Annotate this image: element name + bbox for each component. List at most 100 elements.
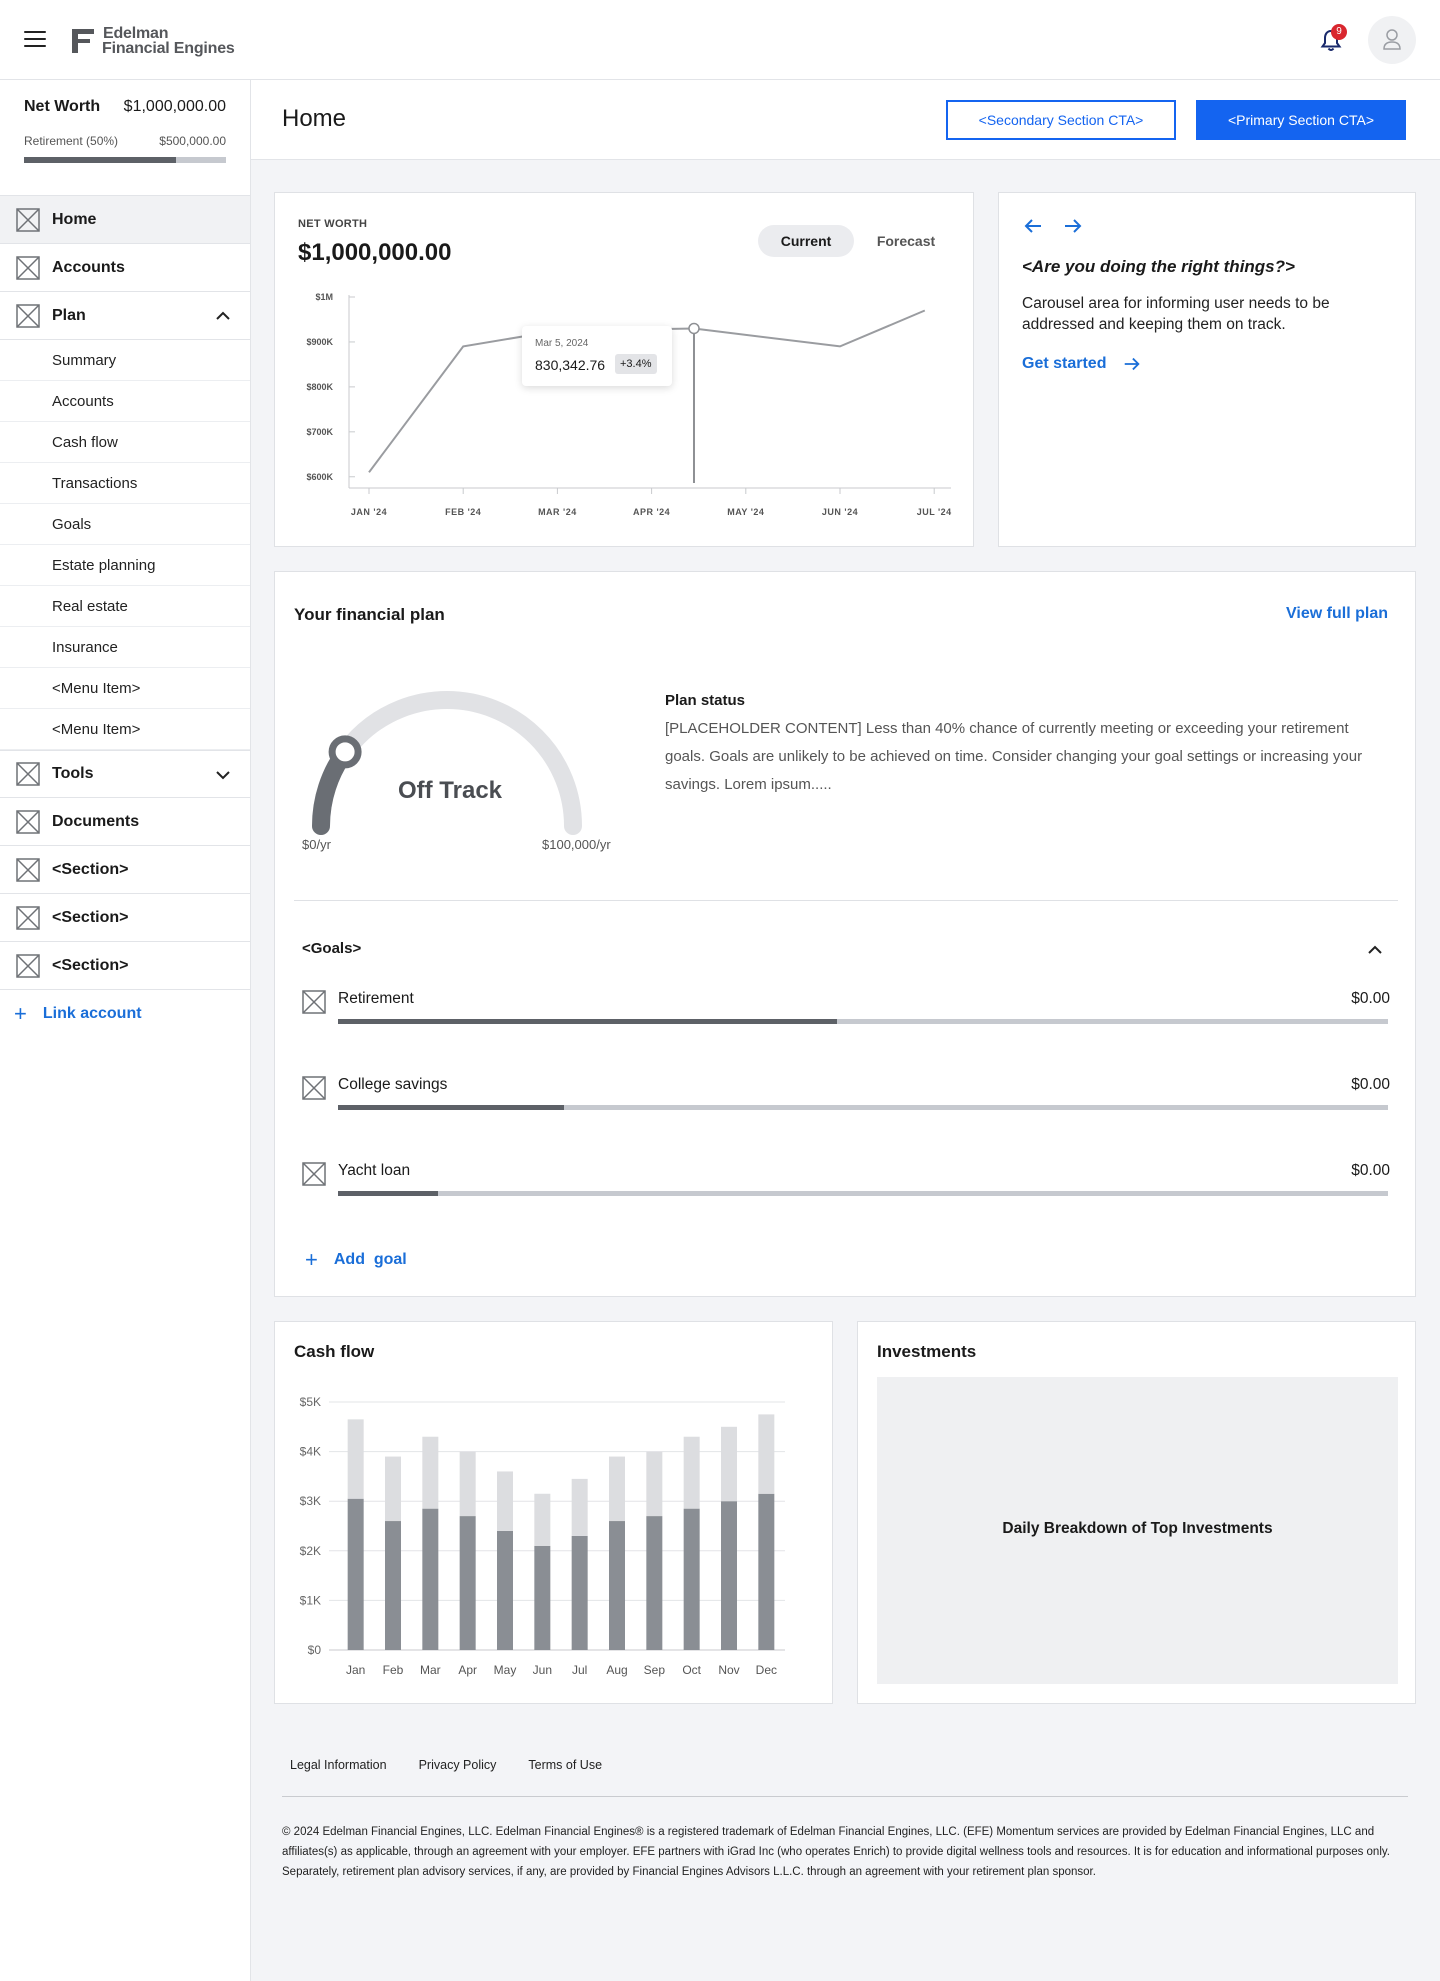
placeholder-icon (16, 762, 40, 786)
logo[interactable]: Edelman Financial Engines (70, 24, 235, 58)
plan-gauge: Off Track (312, 691, 582, 835)
bar-segment-upper[interactable] (422, 1436, 439, 1509)
get-started-label: Get started (1022, 355, 1107, 372)
arrow-right-icon[interactable] (1062, 215, 1084, 237)
bar-segment-lower[interactable] (534, 1545, 551, 1650)
sidebar-subitem[interactable]: <Menu Item> (0, 668, 250, 709)
placeholder-icon (16, 905, 40, 930)
chevron-down-icon[interactable] (216, 768, 230, 782)
net-worth-line-chart[interactable]: $600K $700K $800K $900K $1M JAN '24 FEB '24 MAR… (275, 283, 975, 533)
sidebar-item-label: <Section> (52, 908, 129, 926)
plus-icon: + (305, 1247, 318, 1272)
bar-segment-upper[interactable] (646, 1451, 663, 1517)
sidebar-item-accounts[interactable]: Accounts (0, 244, 250, 292)
link-account-label: Link account (42, 1005, 142, 1022)
bar-segment-lower[interactable] (459, 1516, 476, 1650)
chevron-up-icon[interactable] (216, 309, 230, 323)
footer-link-privacy[interactable]: Privacy Policy (419, 1758, 497, 1772)
get-started-link[interactable]: Get started (1022, 354, 1142, 374)
sidebar-item-section[interactable]: <Section> (0, 942, 250, 990)
bar-segment-upper[interactable] (683, 1436, 700, 1509)
sidebar-subitem[interactable]: Summary (0, 340, 250, 381)
bar-segment-lower[interactable] (683, 1508, 700, 1650)
add-goal-button[interactable]: + Add goal (305, 1247, 407, 1273)
placeholder-icon (302, 1162, 326, 1186)
x-tick-label: JUL '24 (917, 507, 952, 517)
chevron-up-icon[interactable] (1367, 942, 1383, 958)
sidebar-subitem[interactable]: Accounts (0, 381, 250, 422)
bar-segment-upper[interactable] (497, 1471, 513, 1531)
cash-flow-title: Cash flow (294, 1342, 375, 1361)
sidebar-subitem[interactable]: Real estate (0, 586, 250, 627)
bar-segment-lower[interactable] (646, 1516, 663, 1650)
x-tick-label: May (494, 1663, 517, 1677)
notification-badge: 9 (1331, 24, 1347, 40)
bar-segment-lower[interactable] (758, 1493, 775, 1650)
divider (294, 900, 1398, 901)
tooltip-value: 830,342.76 (535, 357, 606, 373)
tooltip-change-badge: +3.4% (615, 354, 657, 374)
bar-segment-upper[interactable] (385, 1456, 401, 1522)
top-bar: Edelman Financial Engines 9 (0, 0, 1440, 80)
bar-segment-lower[interactable] (721, 1501, 737, 1650)
bar-segment-lower[interactable] (497, 1530, 513, 1650)
hover-marker-point[interactable] (688, 322, 700, 335)
bar-segment-upper[interactable] (609, 1456, 625, 1522)
placeholder-icon (16, 857, 40, 882)
hamburger-menu-icon[interactable] (24, 31, 46, 49)
carousel-card: <Are you doing the right things?> Carous… (998, 192, 1416, 547)
y-tick-label: $600K (306, 472, 333, 482)
bar-segment-upper[interactable] (758, 1414, 775, 1494)
bar-segment-upper[interactable] (459, 1451, 476, 1517)
x-tick-label: JUN '24 (822, 507, 858, 517)
sidebar-item-plan[interactable]: Plan (0, 292, 250, 340)
secondary-cta-button[interactable]: <Secondary Section CTA> (946, 100, 1176, 140)
cash-flow-bar-chart[interactable]: $0 $1K $2K $3K $4K $5K Jan Feb Mar Apr May Jun Jul Au… (275, 1382, 834, 1692)
goal-row[interactable]: Retirement $0.00 (302, 990, 1392, 1050)
bar-segment-upper[interactable] (534, 1493, 551, 1546)
toggle-current[interactable]: Current (758, 225, 854, 257)
sidebar-item-tools[interactable]: Tools (0, 750, 250, 798)
sidebar-item-section[interactable]: <Section> (0, 894, 250, 942)
primary-cta-button[interactable]: <Primary Section CTA> (1196, 100, 1406, 140)
bar-segment-upper[interactable] (571, 1478, 588, 1536)
bar-segment-lower[interactable] (609, 1521, 625, 1650)
sidebar-subitem[interactable]: Cash flow (0, 422, 250, 463)
goal-progress-bar (338, 1105, 1388, 1110)
sidebar-subitem[interactable]: Insurance (0, 627, 250, 668)
toggle-forecast[interactable]: Forecast (858, 225, 954, 257)
bar-segment-lower[interactable] (385, 1521, 401, 1650)
view-full-plan-link[interactable]: View full plan (1286, 605, 1388, 623)
sidebar-item-documents[interactable]: Documents (0, 798, 250, 846)
x-tick-label: Oct (682, 1663, 701, 1677)
plan-status-body: [PLACEHOLDER CONTENT] Less than 40% chan… (665, 720, 1363, 793)
sidebar-item-section[interactable]: <Section> (0, 846, 250, 894)
link-account-button[interactable]: + Link account (0, 990, 250, 1038)
footer-link-terms[interactable]: Terms of Use (528, 1758, 602, 1772)
bar-segment-lower[interactable] (347, 1498, 364, 1650)
y-tick-label: $1K (300, 1593, 321, 1607)
y-tick-label: $0 (308, 1643, 322, 1657)
placeholder-icon (16, 255, 40, 280)
arrow-left-icon[interactable] (1022, 215, 1044, 237)
gauge-min-label: $0/yr (302, 837, 331, 852)
y-tick-label: $700K (306, 427, 333, 437)
bar-segment-upper[interactable] (347, 1419, 364, 1499)
sidebar-subitem[interactable]: Transactions (0, 463, 250, 504)
current-forecast-toggle: Current Forecast (758, 225, 954, 257)
sidebar-subitem[interactable]: <Menu Item> (0, 709, 250, 750)
footer-link-legal[interactable]: Legal Information (290, 1758, 387, 1772)
sidebar-subitem[interactable]: Goals (0, 504, 250, 545)
net-worth-card-label: NET WORTH (298, 218, 368, 230)
goal-row[interactable]: Yacht loan $0.00 (302, 1162, 1392, 1222)
goal-row[interactable]: College savings $0.00 (302, 1076, 1392, 1136)
goal-name: College savings (338, 1076, 448, 1093)
avatar[interactable] (1368, 16, 1416, 64)
x-tick-label: Mar (420, 1663, 441, 1677)
sidebar-subitem[interactable]: Estate planning (0, 545, 250, 586)
bar-segment-upper[interactable] (721, 1426, 737, 1502)
sidebar-item-home[interactable]: Home (0, 196, 250, 244)
bar-segment-lower[interactable] (422, 1508, 439, 1650)
bar-segment-lower[interactable] (571, 1535, 588, 1650)
financial-plan-card: Your financial plan View full plan Off T… (274, 571, 1416, 1297)
